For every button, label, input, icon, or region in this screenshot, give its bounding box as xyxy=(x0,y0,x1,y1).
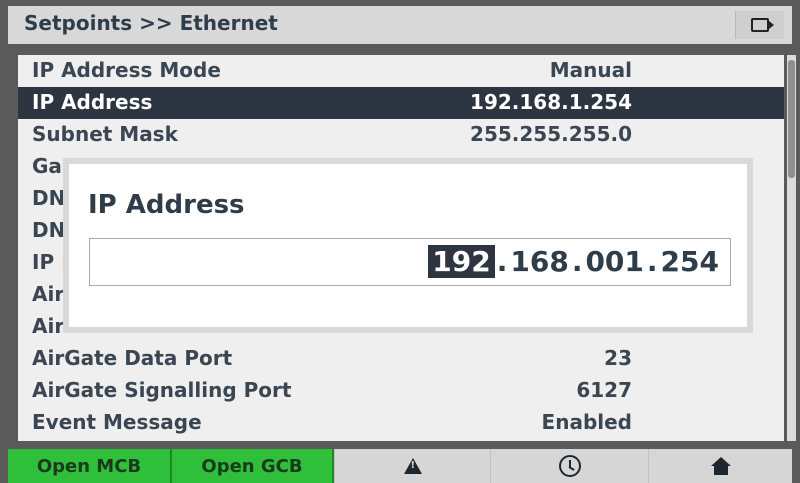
setpoint-value: 6127 xyxy=(576,378,632,402)
ip-separator: . xyxy=(646,245,658,278)
ip-separator: . xyxy=(496,245,508,278)
camera-icon xyxy=(751,18,774,32)
header-bar: Setpoints >> Ethernet xyxy=(8,6,792,44)
ip-address-dialog: IP Address 192. 168. 001. 254 xyxy=(63,158,753,333)
list-item[interactable]: Event Message Enabled xyxy=(18,407,784,439)
open-gcb-label: Open GCB xyxy=(201,455,303,477)
scrollbar-thumb[interactable] xyxy=(788,60,795,178)
setpoint-label: IP Address xyxy=(32,90,153,114)
alarm-button[interactable] xyxy=(334,449,490,483)
setpoint-label: DN xyxy=(32,218,66,242)
list-item[interactable]: Subnet Mask 255.255.255.0 xyxy=(18,119,784,151)
history-button[interactable] xyxy=(490,449,648,483)
open-mcb-button[interactable]: Open MCB xyxy=(8,449,172,483)
setpoint-value: 192.168.1.254 xyxy=(470,90,632,114)
list-item[interactable]: AirGate Data Port 23 xyxy=(18,343,784,375)
page-title: Setpoints >> Ethernet xyxy=(24,11,278,35)
open-gcb-button[interactable]: Open GCB xyxy=(172,449,334,483)
setpoint-label: AirGate Data Port xyxy=(32,346,233,370)
bottom-bar: Open MCB Open GCB xyxy=(8,449,792,483)
setpoint-label: Ga xyxy=(32,154,62,178)
screenshot-button[interactable] xyxy=(735,11,784,39)
setpoint-label: Air xyxy=(32,314,65,338)
dialog-title: IP Address xyxy=(88,190,245,220)
list-item-selected[interactable]: IP Address 192.168.1.254 xyxy=(18,87,784,119)
ip-address-input[interactable]: 192. 168. 001. 254 xyxy=(89,238,731,286)
setpoint-value: 23 xyxy=(604,346,632,370)
setpoint-label: Subnet Mask xyxy=(32,122,178,146)
setpoint-value: Enabled xyxy=(541,410,632,434)
setpoint-label: IP Address Mode xyxy=(32,58,221,82)
ip-octet-2[interactable]: 168 xyxy=(509,245,569,278)
setpoint-label: Event Message xyxy=(32,410,202,434)
setpoint-label: Air xyxy=(32,282,65,306)
warning-icon xyxy=(403,458,422,474)
home-icon xyxy=(710,457,731,475)
setpoint-label: AirGate Signalling Port xyxy=(32,378,292,402)
controller-screen: Setpoints >> Ethernet IP Address Mode Ma… xyxy=(0,0,800,483)
ip-address-value: 192. 168. 001. 254 xyxy=(428,245,720,278)
list-item[interactable]: AirGate Signalling Port 6127 xyxy=(18,375,784,407)
setpoint-value: 255.255.255.0 xyxy=(470,122,632,146)
history-icon xyxy=(558,455,581,477)
setpoint-label: DN xyxy=(32,186,66,210)
ip-octet-3[interactable]: 001 xyxy=(584,245,644,278)
setpoint-value: Manual xyxy=(549,58,632,82)
home-button[interactable] xyxy=(648,449,792,483)
ip-octet-1[interactable]: 192 xyxy=(428,245,495,278)
open-mcb-label: Open MCB xyxy=(36,455,142,477)
list-item[interactable]: IP Address Mode Manual xyxy=(18,55,784,87)
ip-separator: . xyxy=(571,245,583,278)
ip-octet-4[interactable]: 254 xyxy=(660,245,720,278)
